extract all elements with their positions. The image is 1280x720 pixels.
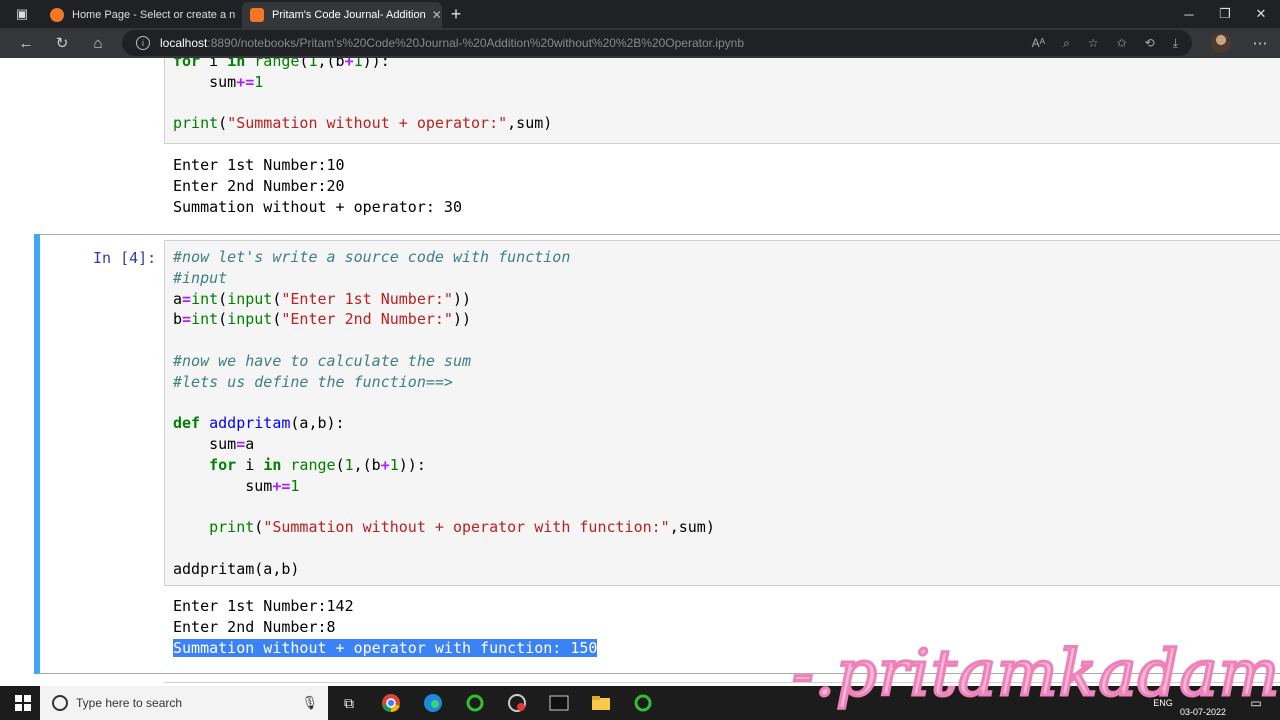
output-line: Summation without + operator: 30	[173, 197, 462, 216]
prev-cell-output: Enter 1st Number:10 Enter 2nd Number:20 Su…	[173, 155, 462, 217]
tab-label: Home Page - Select or create a n	[72, 9, 236, 21]
browser-toolbar: ← ↻ ⌂ i localhost:8890/notebooks/Pritam'…	[0, 28, 1280, 58]
prev-code-cell-input[interactable]: for i in range(1,(b+1)): sum+=1 print("S…	[164, 58, 1280, 144]
task-view-icon[interactable]: ⧉	[336, 686, 362, 720]
windows-start-icon[interactable]	[10, 686, 36, 720]
favorite-add-icon[interactable]: ☆	[1088, 36, 1099, 50]
code-line: def addpritam(a,b):	[173, 414, 345, 433]
selected-output-text[interactable]: Summation without + operator with functi…	[173, 638, 598, 657]
chrome-icon[interactable]	[378, 686, 404, 720]
code-line: print("Summation without + operator with…	[209, 518, 715, 537]
code-line: sum=a	[173, 435, 255, 454]
microphone-icon[interactable]: 🎙	[301, 695, 318, 711]
cell-prompt: In [4]:	[93, 249, 157, 267]
url-host: localhost	[160, 36, 208, 50]
maximize-button[interactable]: ❐	[1214, 0, 1236, 28]
watermark-signature: -.pritamkadam.-	[791, 636, 1280, 713]
code-line: sum+=1	[173, 72, 264, 91]
code-line: sum+=1	[173, 476, 300, 495]
edge-icon[interactable]	[420, 686, 446, 720]
search-icon	[52, 695, 68, 711]
tab-code-journal[interactable]: Pritam's Code Journal- Addition ✕	[242, 2, 442, 28]
output-line: Enter 1st Number:142	[173, 597, 354, 615]
home-icon[interactable]: ⌂	[84, 28, 112, 58]
output-line: Summation without + operator with functi…	[173, 638, 598, 659]
app-green-ring-icon[interactable]	[462, 686, 488, 720]
jupyter-icon	[50, 8, 64, 22]
terminal-icon[interactable]	[546, 686, 572, 720]
code-line: #now let's write a source code with func…	[173, 248, 571, 266]
code-line: a=int(input("Enter 1st Number:"))	[173, 289, 472, 308]
close-icon[interactable]: ✕	[426, 8, 442, 22]
code-line: #now we have to calculate the sum	[173, 351, 472, 370]
close-icon[interactable]: ✕	[235, 8, 240, 22]
code-line: for i in range(1,(b+1)):	[173, 58, 390, 70]
search-placeholder: Type here to search	[76, 696, 183, 710]
info-icon[interactable]: i	[136, 36, 150, 50]
code-line: print("Summation without + operator:",su…	[173, 114, 553, 133]
taskbar-search-box[interactable]: Type here to search 🎙	[40, 686, 328, 720]
favorites-icon[interactable]: ✩	[1117, 36, 1127, 50]
zoom-icon[interactable]: ⌕	[1063, 36, 1070, 51]
refresh-icon[interactable]: ↻	[48, 28, 76, 58]
app-green-ring-2-icon[interactable]	[630, 686, 656, 720]
notebook-area: for i in range(1,(b+1)): sum+=1 print("S…	[0, 58, 1280, 686]
code-line: b=int(input("Enter 2nd Number:"))	[173, 310, 472, 329]
tab-actions-icon[interactable]: ▣	[8, 0, 36, 28]
prev-code-block: for i in range(1,(b+1)): sum+=1 print("S…	[173, 58, 552, 134]
code-line: #lets us define the function==>	[173, 372, 453, 391]
code-line: addpritam(a,b)	[173, 559, 300, 578]
cell-output: Enter 1st Number:142 Enter 2nd Number:8 Su…	[173, 596, 598, 659]
history-icon[interactable]: ⟲	[1145, 36, 1155, 50]
browser-tab-bar: ▣ Home Page - Select or create a n ✕ Pri…	[0, 0, 1280, 28]
output-line: Enter 2nd Number:8	[173, 617, 336, 636]
address-bar[interactable]: i localhost:8890/notebooks/Pritam's%20Co…	[122, 30, 1192, 56]
file-explorer-icon[interactable]	[588, 686, 614, 720]
code-block: #now let's write a source code with func…	[173, 247, 715, 580]
avatar[interactable]	[1211, 33, 1231, 53]
new-tab-button[interactable]: +	[446, 0, 466, 28]
output-line: Enter 2nd Number:20	[173, 176, 345, 195]
minimize-button[interactable]: ─	[1178, 0, 1200, 28]
read-aloud-icon[interactable]: Aᴬ	[1032, 36, 1045, 50]
code-line: #input	[173, 268, 228, 287]
output-line: Enter 1st Number:10	[173, 156, 345, 174]
tab-home-page[interactable]: Home Page - Select or create a n ✕	[42, 2, 240, 28]
notebook-icon	[250, 8, 264, 22]
code-cell-input[interactable]: #now let's write a source code with func…	[164, 240, 1280, 586]
app-recorder-icon[interactable]	[504, 686, 530, 720]
code-line: for i in range(1,(b+1)):	[209, 455, 426, 474]
url-path: :8890/notebooks/Pritam's%20Code%20Journa…	[207, 36, 745, 50]
tab-label: Pritam's Code Journal- Addition	[272, 9, 426, 21]
cell-selection-bar	[34, 234, 40, 674]
download-icon[interactable]: ⤓	[1173, 36, 1178, 51]
more-menu-icon[interactable]: ⋯	[1246, 28, 1274, 58]
back-icon[interactable]: ←	[12, 28, 40, 58]
close-window-button[interactable]: ✕	[1250, 0, 1272, 28]
